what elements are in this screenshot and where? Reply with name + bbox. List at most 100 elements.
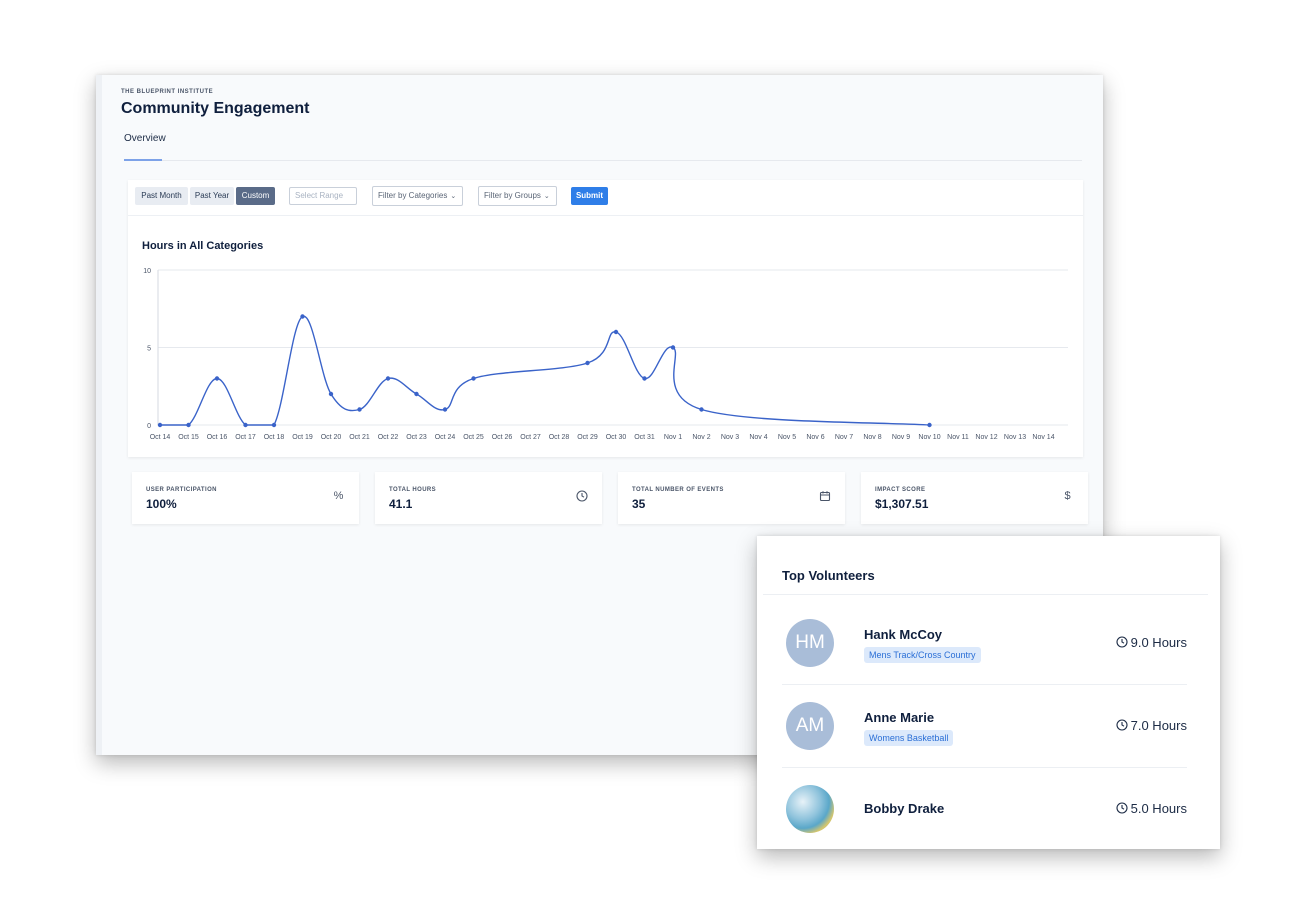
x-tick-label: Nov 12	[975, 434, 997, 441]
data-point	[613, 329, 619, 335]
top-volunteers-panel: Top Volunteers HM Hank McCoy Mens Track/…	[757, 536, 1220, 849]
data-point	[300, 314, 305, 319]
divider	[782, 767, 1187, 768]
x-tick-label: Oct 21	[349, 434, 370, 441]
x-tick-label: Nov 10	[918, 434, 940, 441]
x-tick-label: Nov 9	[892, 434, 910, 441]
data-point	[385, 376, 391, 381]
volunteer-row[interactable]: Bobby Drake 5.0 Hours	[782, 769, 1187, 849]
x-tick-label: Oct 20	[321, 434, 342, 441]
x-tick-label: Oct 15	[178, 434, 199, 441]
x-tick-label: Oct 31	[634, 434, 655, 441]
data-point	[271, 422, 277, 428]
series-line	[160, 315, 930, 426]
x-tick-label: Oct 14	[150, 434, 171, 441]
x-tick-label: Nov 2	[692, 434, 710, 441]
chart-card: Past Month Past Year Custom Select Range…	[128, 180, 1083, 457]
x-tick-label: Nov 14	[1032, 434, 1054, 441]
hours-value: 5.0 Hours	[1130, 801, 1187, 816]
volunteer-name: Hank McCoy	[864, 627, 943, 642]
calendar-icon	[818, 490, 831, 503]
clock-icon	[575, 490, 588, 503]
data-point	[642, 376, 647, 381]
x-tick-label: Nov 11	[947, 434, 969, 441]
tab-active-indicator	[124, 159, 162, 161]
data-point	[414, 391, 419, 397]
data-point	[328, 391, 334, 397]
x-tick-label: Oct 22	[378, 434, 399, 441]
y-tick-label: 10	[143, 268, 151, 275]
data-point	[186, 422, 191, 428]
x-tick-label: Nov 1	[664, 434, 682, 441]
x-tick-label: Oct 30	[606, 434, 627, 441]
divider	[763, 594, 1208, 595]
x-tick-label: Oct 17	[235, 434, 256, 441]
x-tick-label: Nov 5	[778, 434, 796, 441]
group-tag: Womens Basketball	[864, 730, 954, 746]
volunteer-hours: 5.0 Hours	[1116, 801, 1187, 816]
percent-icon: %	[333, 490, 344, 502]
stat-value: $1,307.51	[875, 497, 929, 511]
line-chart: 0 5 10 Oct 14 Oct 15 Oct 16 Oct 17 Oct 18 Oct 19…	[143, 268, 1068, 441]
stat-card-events: TOTAL NUMBER OF EVENTS 35	[618, 472, 845, 524]
x-tick-label: Oct 24	[435, 434, 456, 441]
tab-overview[interactable]: Overview	[124, 133, 166, 144]
x-tick-label: Nov 4	[749, 434, 767, 441]
volunteer-name: Anne Marie	[864, 710, 935, 725]
data-point	[357, 407, 362, 412]
tabs-divider	[124, 160, 1082, 161]
volunteer-hours: 7.0 Hours	[1116, 718, 1187, 733]
page-title: Community Engagement	[121, 100, 310, 117]
y-tick-label: 5	[147, 346, 151, 353]
data-point	[442, 407, 448, 412]
top-volunteers-card: Top Volunteers HM Hank McCoy Mens Track/…	[763, 544, 1208, 849]
stat-label: USER PARTICIPATION	[146, 487, 217, 493]
x-tick-label: Oct 18	[264, 434, 285, 441]
group-tag: Mens Track/Cross Country	[864, 647, 981, 663]
volunteer-row[interactable]: AM Anne Marie Womens Basketball 7.0 Hour…	[782, 686, 1187, 769]
data-point	[699, 407, 704, 412]
y-tick-label: 0	[147, 423, 151, 430]
hours-value: 7.0 Hours	[1130, 718, 1187, 733]
top-volunteers-title: Top Volunteers	[782, 568, 875, 583]
x-tick-label: Oct 19	[292, 434, 313, 441]
clock-icon	[1116, 719, 1128, 731]
x-tick-label: Oct 29	[577, 434, 598, 441]
x-tick-label: Nov 3	[721, 434, 739, 441]
hours-value: 9.0 Hours	[1130, 635, 1187, 650]
data-point	[214, 376, 220, 381]
data-point	[157, 422, 163, 428]
x-tick-label: Oct 23	[406, 434, 427, 441]
clock-icon	[1116, 802, 1128, 814]
avatar: AM	[786, 702, 834, 750]
divider	[782, 684, 1187, 685]
stat-label: IMPACT SCORE	[875, 487, 926, 493]
stat-value: 100%	[146, 497, 177, 511]
x-tick-label: Oct 27	[520, 434, 541, 441]
x-tick-label: Oct 28	[549, 434, 570, 441]
stat-value: 35	[632, 497, 646, 511]
x-tick-label: Oct 26	[492, 434, 513, 441]
volunteer-name: Bobby Drake	[864, 801, 945, 816]
clock-icon	[1116, 636, 1128, 648]
stat-card-hours: TOTAL HOURS 41.1	[375, 472, 602, 524]
volunteer-hours: 9.0 Hours	[1116, 635, 1187, 650]
x-tick-label: Nov 13	[1004, 434, 1026, 441]
data-point	[243, 422, 248, 428]
volunteer-row[interactable]: HM Hank McCoy Mens Track/Cross Country 9…	[782, 603, 1187, 686]
stat-label: TOTAL NUMBER OF EVENTS	[632, 487, 724, 493]
dollar-icon: $	[1064, 490, 1071, 502]
stat-value: 41.1	[389, 497, 413, 511]
stat-label: TOTAL HOURS	[389, 487, 437, 493]
data-point	[585, 360, 590, 366]
avatar: HM	[786, 619, 834, 667]
x-tick-label: Nov 7	[835, 434, 853, 441]
x-tick-label: Oct 25	[463, 434, 484, 441]
data-point	[471, 376, 476, 381]
stat-card-participation: USER PARTICIPATION 100% %	[132, 472, 359, 524]
x-tick-label: Nov 8	[863, 434, 881, 441]
x-tick-label: Nov 6	[806, 434, 824, 441]
stat-card-impact: IMPACT SCORE $1,307.51 $	[861, 472, 1088, 524]
avatar-photo	[786, 785, 834, 833]
x-tick-label: Oct 16	[207, 434, 228, 441]
